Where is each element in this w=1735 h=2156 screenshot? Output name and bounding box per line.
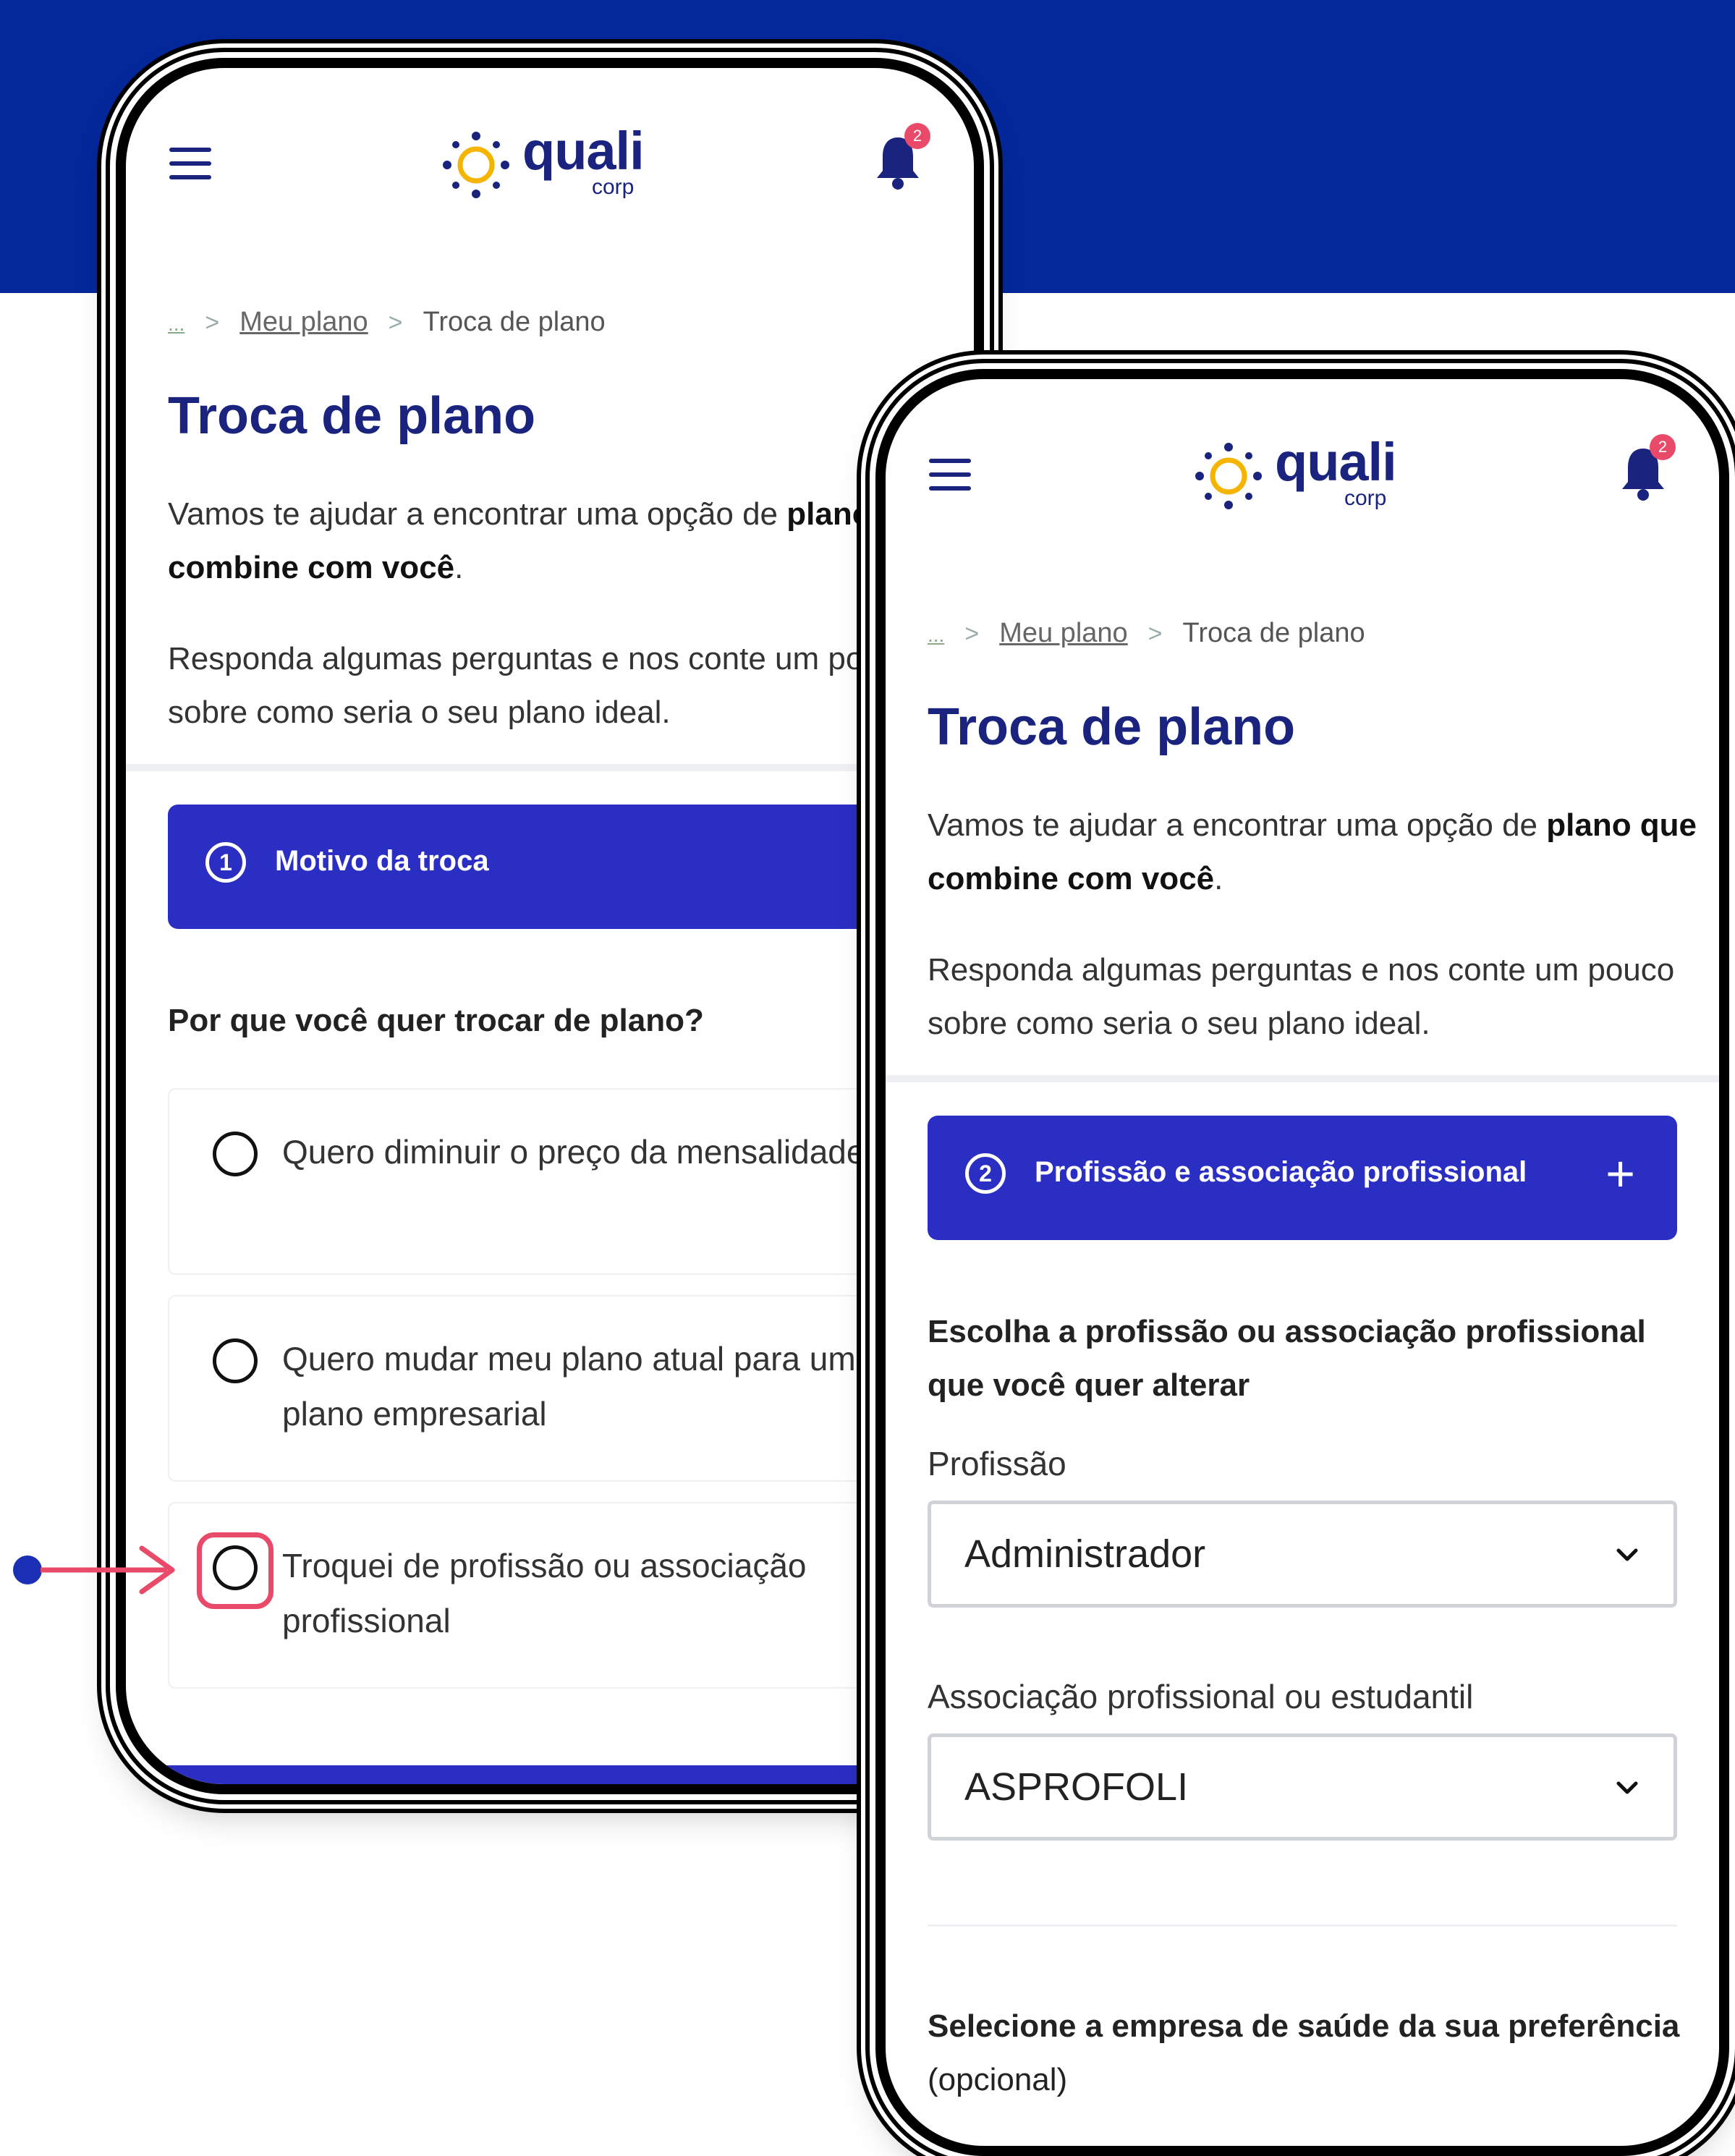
company-question: Selecione a empresa de saúde da sua pref… — [928, 2000, 1687, 2107]
breadcrumb-link-meu-plano[interactable]: Meu plano — [999, 618, 1127, 648]
association-select[interactable]: ASPROFOLI — [928, 1733, 1677, 1841]
notifications-button[interactable]: 2 — [1618, 434, 1676, 502]
intro-instructions: Responda algumas perguntas e nos conte u… — [168, 641, 915, 730]
company-question-optional: (opcional) — [928, 2062, 1068, 2097]
breadcrumb-separator-icon: > — [964, 620, 980, 648]
breadcrumb-ellipsis[interactable]: ... — [168, 313, 184, 335]
logo-wordmark: quali — [1275, 432, 1397, 492]
intro-text-part: Vamos te ajudar a encontrar uma opção de — [928, 807, 1547, 843]
breadcrumb-ellipsis[interactable]: ... — [928, 624, 944, 646]
phone-mockup-step1: quali corp 2 ... > Meu plano > Troca de plan… — [116, 58, 984, 1794]
phone-screen: quali corp 2 ... > Meu plano > Troca de plan… — [886, 379, 1719, 2146]
breadcrumb-separator-icon: > — [388, 309, 403, 336]
breadcrumb-current: Troca de plano — [423, 307, 606, 337]
intro-text: Vamos te ajudar a encontrar uma opção de… — [928, 799, 1709, 906]
breadcrumb-link-meu-plano[interactable]: Meu plano — [239, 307, 368, 337]
chevron-down-icon — [1616, 1548, 1638, 1561]
association-select-value: ASPROFOLI — [964, 1765, 1189, 1809]
option-diminuir-preco[interactable]: Quero diminuir o preço da mensalidade — [168, 1088, 959, 1275]
step-label: Motivo da troca — [275, 845, 489, 877]
radio-button[interactable] — [213, 1338, 258, 1383]
qualicorp-logo[interactable]: quali corp — [1194, 428, 1411, 515]
option-plano-empresarial[interactable]: Quero mudar meu plano atual para um plan… — [168, 1295, 959, 1482]
section-divider — [928, 1924, 1677, 1927]
question-heading: Escolha a profissão ou associação profis… — [928, 1314, 1646, 1403]
profession-label: Profissão — [928, 1445, 1066, 1482]
radio-button[interactable] — [213, 1132, 258, 1176]
app-header: quali corp 2 — [126, 111, 974, 213]
page-title: Troca de plano — [928, 698, 1296, 756]
step-label: Profissão e associação profissional — [1035, 1156, 1527, 1188]
menu-icon[interactable] — [169, 148, 211, 179]
profession-select[interactable]: Administrador — [928, 1501, 1677, 1608]
section-divider — [886, 1075, 1719, 1082]
breadcrumb-current: Troca de plano — [1182, 618, 1365, 648]
menu-icon[interactable] — [929, 459, 971, 491]
breadcrumb-separator-icon: > — [1148, 620, 1163, 648]
profession-select-value: Administrador — [964, 1532, 1206, 1576]
logo-subtitle: corp — [1344, 486, 1387, 510]
intro-instructions: Responda algumas perguntas e nos conte u… — [928, 952, 1675, 1041]
step-number-badge: 2 — [965, 1153, 1006, 1194]
radio-button[interactable] — [213, 1545, 258, 1590]
breadcrumb: ... > Meu plano > Troca de plano — [168, 307, 606, 338]
pointer-arrow-icon — [13, 1545, 175, 1595]
notification-badge: 2 — [1650, 434, 1676, 460]
phone-screen: quali corp 2 ... > Meu plano > Troca de plan… — [126, 68, 974, 1784]
question-heading: Por que você quer trocar de plano? — [168, 1003, 704, 1038]
step-number-badge: 1 — [205, 842, 246, 883]
logo-wordmark: quali — [522, 121, 645, 181]
section-divider — [126, 764, 974, 771]
page-title: Troca de plano — [168, 387, 536, 445]
sun-logo-icon — [443, 132, 509, 198]
option-label: Quero diminuir o preço da mensalidade — [282, 1133, 865, 1171]
phone-mockup-step2: quali corp 2 ... > Meu plano > Troca de plan… — [875, 369, 1729, 2156]
intro-text-part: Vamos te ajudar a encontrar uma opção de — [168, 496, 787, 532]
association-label: Associação profissional ou estudantil — [928, 1678, 1474, 1715]
sun-logo-icon — [1195, 443, 1262, 509]
company-question-bold: Selecione a empresa de saúde da sua pref… — [928, 2008, 1680, 2044]
chevron-down-icon — [1616, 1781, 1638, 1794]
app-header: quali corp 2 — [886, 423, 1719, 524]
intro-text: Vamos te ajudar a encontrar uma opção de… — [168, 488, 949, 595]
expand-plus-icon[interactable]: + — [1605, 1145, 1635, 1202]
intro-text-end: . — [1214, 861, 1223, 896]
option-label: Quero mudar meu plano atual para um plan… — [282, 1340, 856, 1433]
breadcrumb-separator-icon: > — [205, 309, 220, 336]
bottom-action-bar — [126, 1765, 974, 1784]
logo-subtitle: corp — [592, 175, 635, 199]
step-profissao-associacao[interactable]: 2 Profissão e associação profissional + — [928, 1116, 1677, 1240]
qualicorp-logo[interactable]: quali corp — [441, 117, 658, 204]
step-motivo-da-troca[interactable]: 1 Motivo da troca — [168, 805, 945, 929]
notification-badge: 2 — [904, 123, 930, 149]
intro-text-end: . — [454, 550, 464, 585]
notifications-button[interactable]: 2 — [873, 123, 930, 191]
option-troquei-profissao[interactable]: Troquei de profissão ou associação profi… — [168, 1502, 959, 1689]
option-label: Troquei de profissão ou associação profi… — [282, 1547, 807, 1639]
breadcrumb: ... > Meu plano > Troca de plano — [928, 618, 1365, 649]
